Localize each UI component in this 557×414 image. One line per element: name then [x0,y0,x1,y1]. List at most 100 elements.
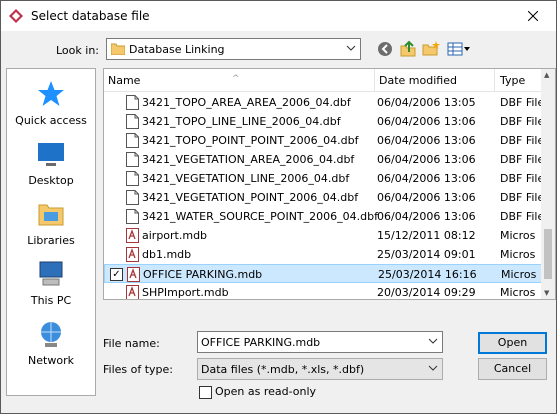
sort-ascending-icon: ^ [232,74,240,84]
place-libraries[interactable]: Libraries [7,199,95,247]
place-label: This PC [30,294,72,307]
desktop-icon [38,143,64,166]
file-row[interactable]: 3421_WATER_SOURCE_POINT_2006_04.dbf 06/04… [104,207,544,226]
up-folder-icon [400,40,416,57]
file-name: 3421_TOPO_AREA_AREA_2006_04.dbf [142,96,351,109]
place-label: Libraries [27,234,75,247]
back-button[interactable] [375,39,395,59]
chevron-down-icon [428,363,438,376]
dialog-window: Select database file Look in: Database L… [0,0,557,414]
access-database-icon [127,267,140,282]
new-folder-icon [422,41,440,56]
file-name: 3421_VEGETATION_AREA_2006_04.dbf [142,153,355,166]
file-type: DBF File [500,210,545,223]
file-type: DBF File [500,134,545,147]
app-icon [9,9,23,23]
document-icon [126,95,139,110]
place-label: Network [28,354,74,367]
row-checkbox[interactable]: ✓ [110,268,123,281]
view-menu-button[interactable] [446,39,472,59]
file-type: DBF File [500,191,545,204]
new-folder-button[interactable] [421,39,441,59]
file-name: 3421_VEGETATION_POINT_2006_04.dbf [142,191,359,204]
file-row[interactable]: airport.mdb 15/12/2011 08:12 Micros [104,226,544,245]
document-icon [126,152,139,167]
cancel-button[interactable]: Cancel [478,358,547,380]
open-button[interactable]: Open [478,332,547,354]
file-name: 3421_WATER_SOURCE_POINT_2006_04.dbf [142,210,378,223]
scroll-up-icon[interactable]: ▲ [544,71,549,79]
document-icon [126,114,139,129]
file-row[interactable]: SHPImport.mdb 20/03/2014 09:29 Micros [104,283,544,299]
file-row[interactable]: 3421_TOPO_LINE_LINE_2006_04.dbf 06/04/200… [104,112,544,131]
look-in-value: Database Linking [129,43,225,56]
file-date: 06/04/2006 13:06 [377,210,476,223]
file-type: DBF File [500,96,545,109]
places-bar: Quick access Desktop Libraries This PC N… [6,68,96,396]
file-row[interactable]: 3421_TOPO_POINT_POINT_2006_04.dbf 06/04/2… [104,131,544,150]
place-label: Quick access [15,114,87,127]
file-date: 06/04/2006 13:06 [377,115,476,128]
look-in-dropdown[interactable]: Database Linking [106,38,361,60]
access-database-icon [126,285,139,299]
libraries-icon [38,204,64,226]
star-icon [38,81,64,106]
computer-icon [39,261,63,286]
place-quick-access[interactable]: Quick access [7,79,95,127]
scrollbar-thumb[interactable] [544,229,552,279]
scroll-down-icon[interactable]: ▼ [544,289,549,297]
chevron-down-icon[interactable] [428,336,438,349]
up-folder-button[interactable] [398,39,418,59]
file-row[interactable]: 3421_VEGETATION_AREA_2006_04.dbf 06/04/20… [104,150,544,169]
files-of-type-dropdown[interactable]: Data files (*.mdb, *.xls, *.dbf) [197,358,443,380]
column-type[interactable]: Type [500,74,525,87]
file-name: SHPImport.mdb [142,286,229,299]
file-name-input[interactable]: OFFICE PARKING.mdb [197,331,443,353]
close-button[interactable] [510,1,556,31]
access-database-icon [126,247,139,262]
document-icon [126,133,139,148]
file-date: 15/12/2011 08:12 [377,229,476,242]
file-name-label: File name: [103,337,160,350]
checkbox-box[interactable] [199,386,212,399]
file-type: DBF File [500,172,545,185]
back-arrow-icon [378,42,392,56]
file-type: Micros [501,268,537,281]
file-type: Micros [500,229,536,242]
file-date: 20/03/2014 09:29 [377,286,476,299]
title-bar: Select database file [1,1,556,31]
file-row[interactable]: 3421_VEGETATION_POINT_2006_04.dbf 06/04/2… [104,188,544,207]
file-date: 25/03/2014 16:16 [378,268,477,281]
files-of-type-label: Files of type: [103,363,174,376]
file-type: DBF File [500,115,545,128]
folder-icon [111,43,125,55]
column-name[interactable]: Name [108,74,140,87]
document-icon [126,190,139,205]
file-list[interactable]: ^ Name Date modified Type 3421_TOPO_AREA… [103,68,556,300]
place-network[interactable]: Network [7,319,95,367]
vertical-scrollbar[interactable]: ▲ ▼ [541,69,555,299]
file-row[interactable]: 3421_VEGETATION_LINE_2006_04.dbf 06/04/20… [104,169,544,188]
place-label: Desktop [28,174,74,187]
files-of-type-value: Data files (*.mdb, *.xls, *.dbf) [201,363,365,376]
file-name: db1.mdb [142,248,192,261]
file-date: 06/04/2006 13:06 [377,134,476,147]
column-date-modified[interactable]: Date modified [379,74,457,87]
document-icon [126,209,139,224]
file-type: Micros [500,286,536,299]
look-in-label: Look in: [56,44,99,57]
document-icon [126,171,139,186]
dialog-title: Select database file [31,9,150,23]
file-type: Micros [500,248,536,261]
place-desktop[interactable]: Desktop [7,139,95,187]
file-date: 25/03/2014 09:01 [377,248,476,261]
view-grid-icon [447,42,470,56]
file-name: 3421_TOPO_LINE_LINE_2006_04.dbf [142,115,341,128]
file-row[interactable]: db1.mdb 25/03/2014 09:01 Micros [104,245,544,264]
file-date: 06/04/2006 13:06 [377,153,476,166]
file-date: 06/04/2006 13:06 [377,172,476,185]
file-row[interactable]: ✓ OFFICE PARKING.mdb 25/03/2014 16:16 Micro… [104,264,544,283]
place-this-pc[interactable]: This PC [7,259,95,307]
file-row[interactable]: 3421_TOPO_AREA_AREA_2006_04.dbf 06/04/200… [104,93,544,112]
file-name: 3421_VEGETATION_LINE_2006_04.dbf [142,172,350,185]
